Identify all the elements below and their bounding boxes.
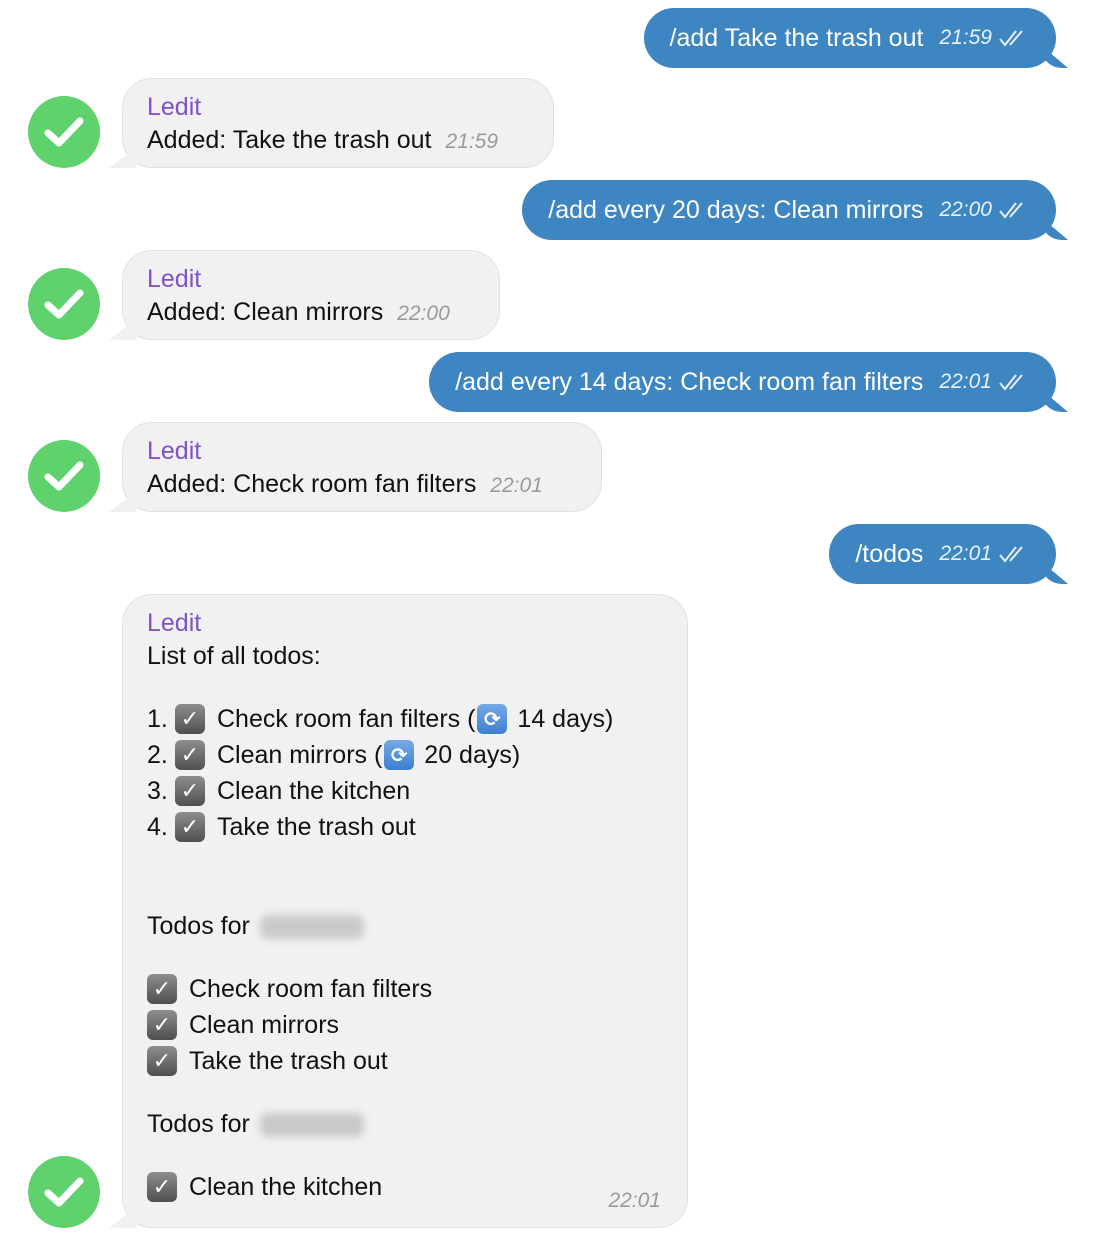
message-text: Added: Check room fan filters xyxy=(147,470,477,498)
message-text: Added: Clean mirrors xyxy=(147,298,384,326)
double-check-icon xyxy=(999,30,1023,47)
list-item: 4. ✓ Take the trash out xyxy=(147,812,416,842)
bot-avatar[interactable] xyxy=(28,96,100,168)
group-heading: Todos for xyxy=(147,909,663,943)
incoming-message-2[interactable]: Ledit Added: Clean mirrors 22:00 xyxy=(122,250,500,340)
message-time: 22:01 xyxy=(608,1189,661,1212)
checked-box-icon: ✓ xyxy=(175,812,205,842)
sender-name[interactable]: Ledit xyxy=(147,91,529,123)
bot-avatar[interactable] xyxy=(28,268,100,340)
incoming-message-3[interactable]: Ledit Added: Check room fan filters 22:01 xyxy=(122,422,602,512)
checked-box-icon: ✓ xyxy=(147,1010,177,1040)
message-text: /todos xyxy=(855,539,924,568)
group-heading: Todos for xyxy=(147,1107,663,1141)
checked-box-icon: ✓ xyxy=(147,974,177,1004)
outgoing-message-1[interactable]: /add Take the trash out 21:59 xyxy=(643,8,1056,68)
sender-name[interactable]: Ledit xyxy=(147,435,577,467)
list-item: 3. ✓ Clean the kitchen xyxy=(147,776,411,806)
message-time: 22:00 xyxy=(939,198,992,221)
incoming-message-todos[interactable]: Ledit List of all todos: 1. ✓ Check room… xyxy=(122,594,688,1228)
sender-name[interactable]: Ledit xyxy=(147,607,663,639)
checkmark-icon xyxy=(44,1177,84,1207)
checkmark-icon xyxy=(44,289,84,319)
redacted-name xyxy=(259,1113,364,1138)
checkmark-icon xyxy=(44,117,84,147)
double-check-icon xyxy=(999,202,1023,219)
list-item: 1. ✓ Check room fan filters ( ⟳ 14 days) xyxy=(147,704,614,734)
checkmark-icon xyxy=(44,461,84,491)
message-text: /add every 14 days: Check room fan filte… xyxy=(455,367,924,396)
todo-heading: List of all todos: xyxy=(147,642,321,670)
redacted-name xyxy=(259,915,364,940)
message-text: Added: Take the trash out xyxy=(147,126,432,154)
message-time: 22:01 xyxy=(939,542,992,565)
repeat-icon: ⟳ xyxy=(477,704,508,734)
sender-name[interactable]: Ledit xyxy=(147,263,475,295)
message-text: /add Take the trash out xyxy=(669,23,924,52)
list-item: ✓ Take the trash out xyxy=(147,1043,663,1079)
double-check-icon xyxy=(999,546,1023,563)
list-item: ✓ Check room fan filters xyxy=(147,971,663,1007)
checked-box-icon: ✓ xyxy=(147,1172,177,1202)
checked-box-icon: ✓ xyxy=(175,740,205,770)
message-text: /add every 20 days: Clean mirrors xyxy=(548,195,924,224)
message-time: 22:01 xyxy=(490,474,543,497)
incoming-message-1[interactable]: Ledit Added: Take the trash out 21:59 xyxy=(122,78,554,168)
checked-box-icon: ✓ xyxy=(175,704,205,734)
list-item: 2. ✓ Clean mirrors ( ⟳ 20 days) xyxy=(147,740,521,770)
list-item: ✓ Clean mirrors xyxy=(147,1007,663,1043)
message-time: 22:01 xyxy=(939,370,992,393)
checked-box-icon: ✓ xyxy=(175,776,205,806)
bot-avatar[interactable] xyxy=(28,1156,100,1228)
bot-avatar[interactable] xyxy=(28,440,100,512)
message-time: 21:59 xyxy=(939,26,992,49)
list-item: ✓ Clean the kitchen xyxy=(147,1169,663,1205)
repeat-icon: ⟳ xyxy=(384,740,415,770)
outgoing-message-4[interactable]: /todos 22:01 xyxy=(829,524,1056,584)
checked-box-icon: ✓ xyxy=(147,1046,177,1076)
message-time: 21:59 xyxy=(445,130,499,153)
outgoing-message-3[interactable]: /add every 14 days: Check room fan filte… xyxy=(429,352,1056,412)
outgoing-message-2[interactable]: /add every 20 days: Clean mirrors 22:00 xyxy=(522,180,1056,240)
message-time: 22:00 xyxy=(397,302,450,325)
double-check-icon xyxy=(999,374,1023,391)
